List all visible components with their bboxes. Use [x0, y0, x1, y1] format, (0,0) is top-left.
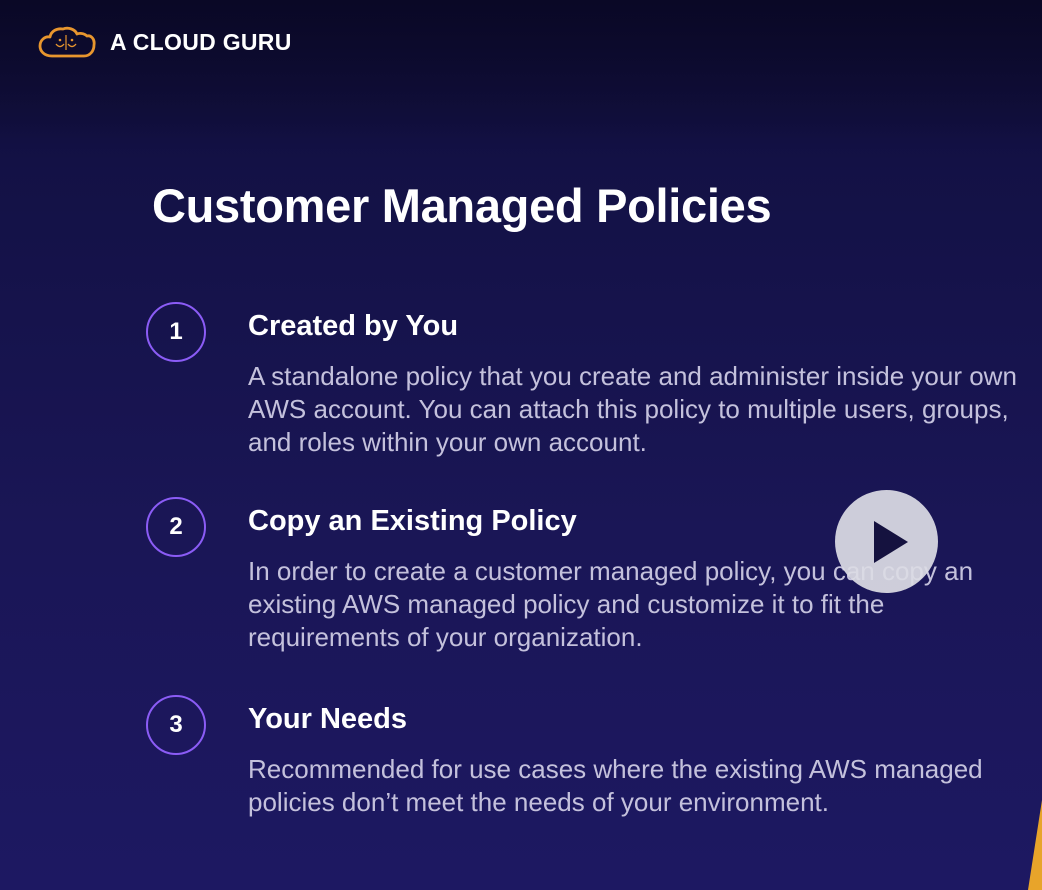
item-description: A standalone policy that you create and … — [248, 361, 1017, 457]
brand-logo[interactable]: A CLOUD GURU — [38, 26, 292, 58]
decorative-accent-shape — [1028, 800, 1042, 890]
item-heading: Your Needs — [248, 703, 408, 735]
play-icon — [866, 520, 908, 563]
play-button[interactable] — [835, 490, 938, 593]
step-number-badge: 2 — [146, 497, 206, 557]
header-band — [0, 0, 1042, 140]
cloud-logo-icon — [38, 26, 96, 58]
brand-name: A CLOUD GURU — [110, 28, 292, 55]
item-heading: Copy an Existing Policy — [248, 505, 577, 537]
step-number-badge: 3 — [146, 695, 206, 755]
item-description: Recommended for use cases where the exis… — [248, 754, 983, 817]
page-title: Customer Managed Policies — [152, 179, 772, 232]
step-number-badge: 1 — [146, 302, 206, 362]
item-heading: Created by You — [248, 310, 459, 342]
